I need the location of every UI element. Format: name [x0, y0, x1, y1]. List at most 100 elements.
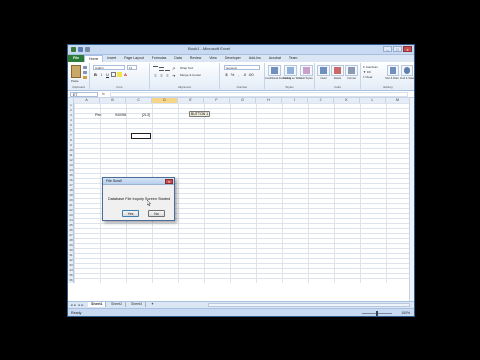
find-select-icon[interactable] [401, 65, 413, 76]
decrease-decimal-icon[interactable]: .00 [248, 72, 254, 77]
paste-button[interactable]: Paste [71, 79, 79, 83]
tab-acrobat[interactable]: Acrobat [265, 55, 285, 62]
minimize-button[interactable]: – [383, 46, 392, 52]
number-format-select[interactable]: General [224, 65, 260, 70]
tab-file[interactable]: File [68, 55, 85, 62]
tab-home[interactable]: Home [84, 55, 104, 62]
first-sheet-icon[interactable]: ◄◄ [70, 303, 76, 307]
name-box[interactable]: E7 [70, 91, 98, 97]
align-top-icon[interactable] [153, 66, 158, 71]
underline-icon[interactable]: U [105, 72, 110, 77]
undo-icon[interactable] [85, 47, 90, 52]
window-title: Book1 - Microsoft Excel [188, 46, 231, 51]
sheet-macro-button[interactable]: BUTTON 1 [189, 111, 210, 117]
zoom-slider[interactable] [362, 311, 392, 316]
sheet-tab-1[interactable]: Sheet1 [88, 302, 107, 307]
styles-label: Styles [285, 85, 294, 89]
format-as-table-button[interactable]: Format as Table [283, 77, 302, 80]
currency-icon[interactable]: $ [224, 72, 229, 77]
tab-developer[interactable]: Developer [221, 55, 245, 62]
align-right-icon[interactable]: ≡ [165, 73, 170, 78]
insert-cells-button[interactable]: Insert [317, 77, 330, 80]
cell-styles-icon[interactable] [300, 65, 313, 76]
format-painter-icon[interactable] [83, 76, 87, 79]
indent-icon[interactable]: ⇥ [171, 73, 176, 78]
dialog-no-button[interactable]: No [148, 210, 165, 217]
copy-icon[interactable] [83, 71, 87, 74]
merge-center-button[interactable]: Merge & Center [180, 73, 201, 77]
find-select-button[interactable]: Find & Select [400, 77, 414, 80]
align-left-icon[interactable]: ≡ [153, 73, 158, 78]
row-header[interactable]: 36 [68, 278, 74, 283]
sort-filter-icon[interactable] [387, 65, 399, 76]
active-cell-selection[interactable] [131, 133, 151, 139]
maximize-button[interactable]: □ [393, 46, 402, 52]
cell-c3[interactable]: 94/098 [115, 113, 126, 118]
font-color-icon[interactable]: A [123, 72, 128, 77]
font-size-select[interactable]: 11 [127, 65, 137, 70]
vertical-scrollbar[interactable] [409, 98, 414, 301]
insert-cells-icon[interactable] [317, 65, 330, 76]
cell-d3[interactable]: [2L3] [142, 113, 150, 118]
cells-group: Insert Delete Format Cells [315, 63, 361, 89]
number-format-row: $ % , .0 .00 [224, 72, 253, 77]
tab-formulas[interactable]: Formulas [148, 55, 171, 62]
bold-icon[interactable]: B [93, 72, 98, 77]
ribbon: Paste Clipboard Calibri 11 B I U A Font [68, 62, 414, 91]
align-center-icon[interactable]: ≡ [159, 73, 164, 78]
clear-button[interactable]: ◊ Clear [363, 75, 373, 79]
save-icon[interactable] [78, 47, 83, 52]
dialog-title: File Scroll [103, 178, 174, 185]
borders-icon[interactable] [111, 72, 116, 77]
format-cells-icon[interactable] [345, 65, 358, 76]
formula-input[interactable] [110, 91, 408, 97]
next-sheet-icon[interactable]: ►► [78, 303, 84, 307]
delete-cells-icon[interactable] [331, 65, 344, 76]
format-cells-button[interactable]: Format [345, 77, 358, 80]
clipboard-label: Clipboard [72, 85, 85, 89]
sort-filter-button[interactable]: Sort & Filter [385, 77, 399, 80]
dialog-close-button[interactable]: x [165, 179, 173, 184]
excel-logo-icon[interactable] [71, 47, 76, 52]
orientation-icon[interactable]: ↗ [171, 66, 176, 71]
comma-icon[interactable]: , [236, 72, 241, 77]
dialog-yes-button[interactable]: Yes [122, 210, 139, 217]
autosum-button[interactable]: Σ AutoSum [363, 65, 378, 69]
tab-review[interactable]: Review [186, 55, 205, 62]
number-label: Number [236, 85, 248, 89]
delete-cells-button[interactable]: Delete [331, 77, 344, 80]
font-name-select[interactable]: Calibri [93, 65, 125, 70]
tab-insert[interactable]: Insert [103, 55, 120, 62]
alignment-row-top: ↗ [153, 66, 176, 71]
cell-styles-button[interactable]: Cell Styles [299, 77, 314, 80]
cell-b3[interactable]: Pen [95, 113, 101, 118]
tab-add-ins[interactable]: Add-Ins [245, 55, 265, 62]
cut-icon[interactable] [83, 66, 87, 69]
paste-icon[interactable] [71, 65, 81, 78]
fill-button[interactable]: ▼ Fill [363, 70, 371, 74]
horizontal-scrollbar[interactable] [208, 303, 410, 307]
insert-function-icon[interactable]: fx [102, 92, 105, 96]
wrap-text-button[interactable]: Wrap Text [180, 66, 193, 70]
zoom-slider-thumb[interactable] [376, 311, 378, 316]
fill-color-icon[interactable] [117, 72, 122, 77]
format-as-table-icon[interactable] [284, 65, 297, 76]
zoom-level[interactable]: 100% [401, 311, 410, 315]
align-bottom-icon[interactable] [165, 66, 170, 71]
sheet-tab-2[interactable]: Sheet2 [108, 302, 127, 307]
cells-label: Cells [334, 85, 341, 89]
tab-page-layout[interactable]: Page Layout [120, 55, 148, 62]
dialog-message: Database File Inquiry Screen Started [108, 197, 171, 201]
tab-data[interactable]: Data [170, 55, 185, 62]
italic-icon[interactable]: I [99, 72, 104, 77]
percent-icon[interactable]: % [230, 72, 235, 77]
sheet-tab-3[interactable]: Sheet3 [128, 302, 147, 307]
tab-team[interactable]: Team [285, 55, 302, 62]
increase-decimal-icon[interactable]: .0 [242, 72, 247, 77]
conditional-formatting-button[interactable]: Conditional Formatting [265, 77, 291, 80]
tab-view[interactable]: View [205, 55, 221, 62]
align-middle-icon[interactable] [159, 67, 164, 71]
conditional-formatting-icon[interactable] [268, 65, 281, 76]
new-sheet-icon[interactable]: ✦ [148, 302, 157, 307]
close-button[interactable]: x [403, 46, 412, 52]
